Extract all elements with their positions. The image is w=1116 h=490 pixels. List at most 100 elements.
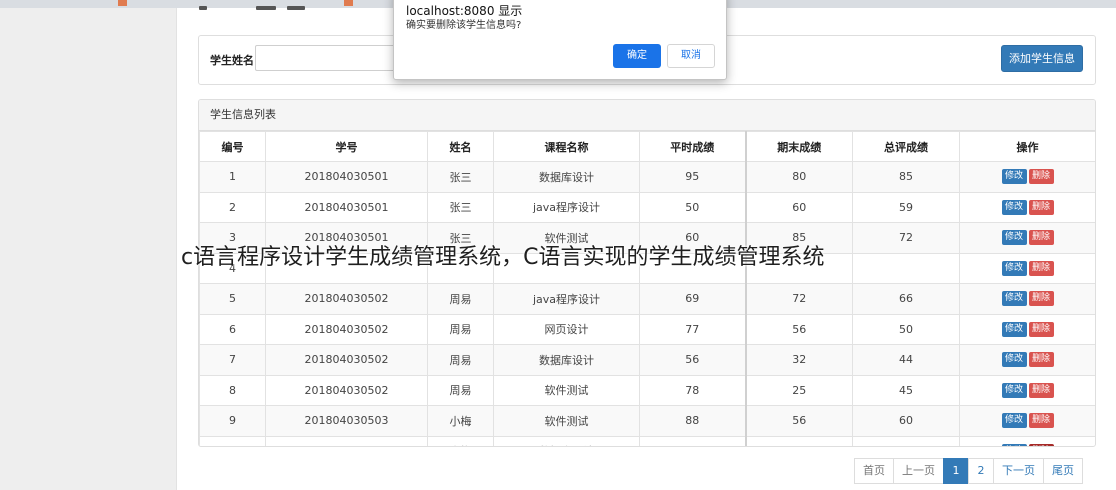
cell-total-score: 66: [852, 283, 960, 315]
cell-student-no: 201804030503: [265, 435, 428, 446]
list-title: 学生信息列表: [199, 100, 1095, 131]
edit-button[interactable]: 修改: [1001, 321, 1027, 337]
cell-id: 7: [199, 344, 266, 376]
dialog-cancel-button[interactable]: 取消: [667, 44, 715, 68]
cell-name: 周易: [427, 344, 494, 376]
cell-final-score: 56: [744, 313, 853, 345]
cell-total-score: [852, 252, 960, 284]
edit-button[interactable]: 修改: [1001, 199, 1027, 215]
cell-actions: 修改删除: [959, 283, 1095, 315]
student-table: 编号 学号 姓名 课程名称 平时成绩 期末成绩 总评成绩 操作 1 2018040…: [199, 131, 1095, 446]
table-row: 1 201804030501 张三 数据库设计 95 80 85 修改 删除: [199, 161, 1095, 193]
cell-actions: 修改删除: [959, 191, 1095, 223]
cell-final-score: 32: [744, 344, 853, 376]
cell-student-no: 201804030502: [265, 374, 428, 406]
left-sidebar: [0, 8, 177, 490]
edit-button[interactable]: 修改: [1001, 413, 1027, 429]
cell-usual-score: 88: [639, 405, 746, 437]
cell-actions: 修改删除: [959, 161, 1095, 193]
student-name-search-input[interactable]: [255, 45, 415, 71]
cell-actions: 修改删除: [959, 252, 1095, 284]
column-header: 总评成绩: [852, 131, 960, 162]
tab-favicon-icon: [344, 0, 353, 6]
delete-button[interactable]: 删除: [1028, 443, 1054, 446]
cell-course: 数据库设计: [493, 344, 640, 376]
page-2-button[interactable]: 2: [968, 458, 994, 484]
table-row: 5 201804030502 周易 java程序设计 69 72 66 修改 删除: [199, 283, 1095, 315]
cell-actions: 修改删除: [959, 344, 1095, 376]
cell-student-no: 201804030502: [265, 283, 428, 315]
column-header: 学号: [265, 131, 428, 162]
cell-total-score: 60: [852, 405, 960, 437]
table-row: 8 201804030502 周易 软件测试 78 25 45 修改 删除: [199, 374, 1095, 406]
delete-button[interactable]: 删除: [1028, 321, 1054, 337]
edit-button[interactable]: 修改: [1001, 443, 1027, 446]
cell-name: 小梅: [427, 405, 494, 437]
cell-actions: 修改删除: [959, 405, 1095, 437]
edit-button[interactable]: 修改: [1001, 260, 1027, 276]
column-header: 期末成绩: [744, 131, 853, 162]
cell-actions: 修改删除: [959, 222, 1095, 254]
cell-total-score: 50: [852, 313, 960, 345]
cell-name: 小梅: [427, 435, 494, 446]
cell-course: 数据库设计: [493, 161, 640, 193]
cell-usual-score: 78: [639, 374, 746, 406]
first-page-button[interactable]: 首页: [854, 458, 894, 484]
delete-button[interactable]: 删除: [1028, 413, 1054, 429]
delete-button[interactable]: 删除: [1028, 230, 1054, 246]
cell-final-score: 80: [744, 161, 853, 193]
edit-button[interactable]: 修改: [1001, 291, 1027, 307]
delete-button[interactable]: 删除: [1028, 382, 1054, 398]
cell-total-score: 88: [852, 435, 960, 446]
confirm-dialog: localhost:8080 显示 确实要删除该学生信息吗? 确定 取消: [393, 0, 727, 80]
cell-course: java程序设计: [493, 283, 640, 315]
cell-id: 1: [199, 161, 266, 193]
cell-student-no: 201804030503: [265, 405, 428, 437]
edit-button[interactable]: 修改: [1001, 169, 1027, 185]
cell-usual-score: 77: [639, 313, 746, 345]
delete-button[interactable]: 删除: [1028, 352, 1054, 368]
cell-actions: 修改删除: [959, 313, 1095, 345]
table-row: 6 201804030502 周易 网页设计 77 56 50 修改 删除: [199, 313, 1095, 345]
delete-button[interactable]: 删除: [1028, 199, 1054, 215]
add-student-button[interactable]: 添加学生信息: [1001, 45, 1083, 72]
cell-actions: 修改删除: [959, 435, 1095, 446]
column-header: 姓名: [427, 131, 494, 162]
cell-total-score: 59: [852, 191, 960, 223]
cell-total-score: 44: [852, 344, 960, 376]
cropped-heading-fragment: [199, 6, 207, 10]
cell-id: 9: [199, 405, 266, 437]
delete-button[interactable]: 删除: [1028, 291, 1054, 307]
pagination: 首页 上一页 1 2 下一页 尾页: [854, 458, 1083, 484]
edit-button[interactable]: 修改: [1001, 352, 1027, 368]
cell-usual-score: 56: [639, 344, 746, 376]
cell-usual-score: 50: [639, 191, 746, 223]
cell-usual-score: 69: [639, 283, 746, 315]
page-1-button[interactable]: 1: [943, 458, 969, 484]
dialog-ok-button[interactable]: 确定: [613, 44, 661, 68]
cell-course: 数据库设计: [493, 435, 640, 446]
cell-id: 8: [199, 374, 266, 406]
cell-total-score: 72: [852, 222, 960, 254]
cell-student-no: 201804030502: [265, 344, 428, 376]
edit-button[interactable]: 修改: [1001, 230, 1027, 246]
last-page-button[interactable]: 尾页: [1043, 458, 1083, 484]
cell-usual-score: 79: [639, 435, 746, 446]
cell-final-score: 72: [744, 283, 853, 315]
delete-button[interactable]: 删除: [1028, 169, 1054, 185]
tab-favicon-icon: [118, 0, 127, 6]
column-header: 课程名称: [493, 131, 640, 162]
cell-final-score: 93: [744, 435, 853, 446]
column-header: 平时成绩: [639, 131, 746, 162]
delete-button[interactable]: 删除: [1028, 260, 1054, 276]
cell-id: 2: [199, 191, 266, 223]
edit-button[interactable]: 修改: [1001, 382, 1027, 398]
cell-course: 软件测试: [493, 374, 640, 406]
cropped-heading-fragment: [287, 6, 305, 10]
next-page-button[interactable]: 下一页: [993, 458, 1044, 484]
cell-student-no: 201804030502: [265, 313, 428, 345]
cropped-heading-fragment: [256, 6, 276, 10]
cell-total-score: 85: [852, 161, 960, 193]
prev-page-button[interactable]: 上一页: [893, 458, 944, 484]
cell-name: 周易: [427, 283, 494, 315]
